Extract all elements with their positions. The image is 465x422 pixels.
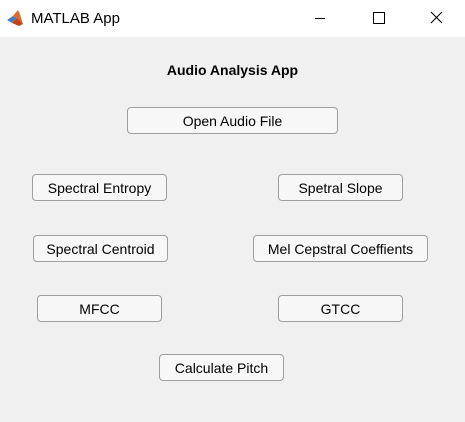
mel-cepstral-coefficients-button[interactable]: Mel Cepstral Coeffients [253, 235, 428, 262]
calculate-pitch-button[interactable]: Calculate Pitch [159, 354, 284, 381]
spectral-entropy-button[interactable]: Spectral Entropy [32, 174, 167, 201]
spectral-centroid-button[interactable]: Spectral Centroid [33, 235, 168, 262]
spectral-slope-button[interactable]: Spetral Slope [278, 174, 403, 201]
matlab-logo-icon [6, 9, 25, 28]
maximize-icon[interactable] [355, 0, 401, 37]
window-title: MATLAB App [31, 10, 120, 27]
open-audio-file-button[interactable]: Open Audio File [127, 107, 338, 134]
app-heading: Audio Analysis App [166, 62, 299, 78]
minimize-icon[interactable] [297, 0, 343, 37]
close-icon[interactable] [413, 0, 459, 37]
app-content: Audio Analysis App Open Audio File Spect… [0, 37, 465, 422]
title-bar[interactable]: MATLAB App [0, 0, 465, 37]
gtcc-button[interactable]: GTCC [278, 295, 403, 322]
app-window: MATLAB App Audio Analysis App Open Audio… [0, 0, 465, 422]
mfcc-button[interactable]: MFCC [37, 295, 162, 322]
